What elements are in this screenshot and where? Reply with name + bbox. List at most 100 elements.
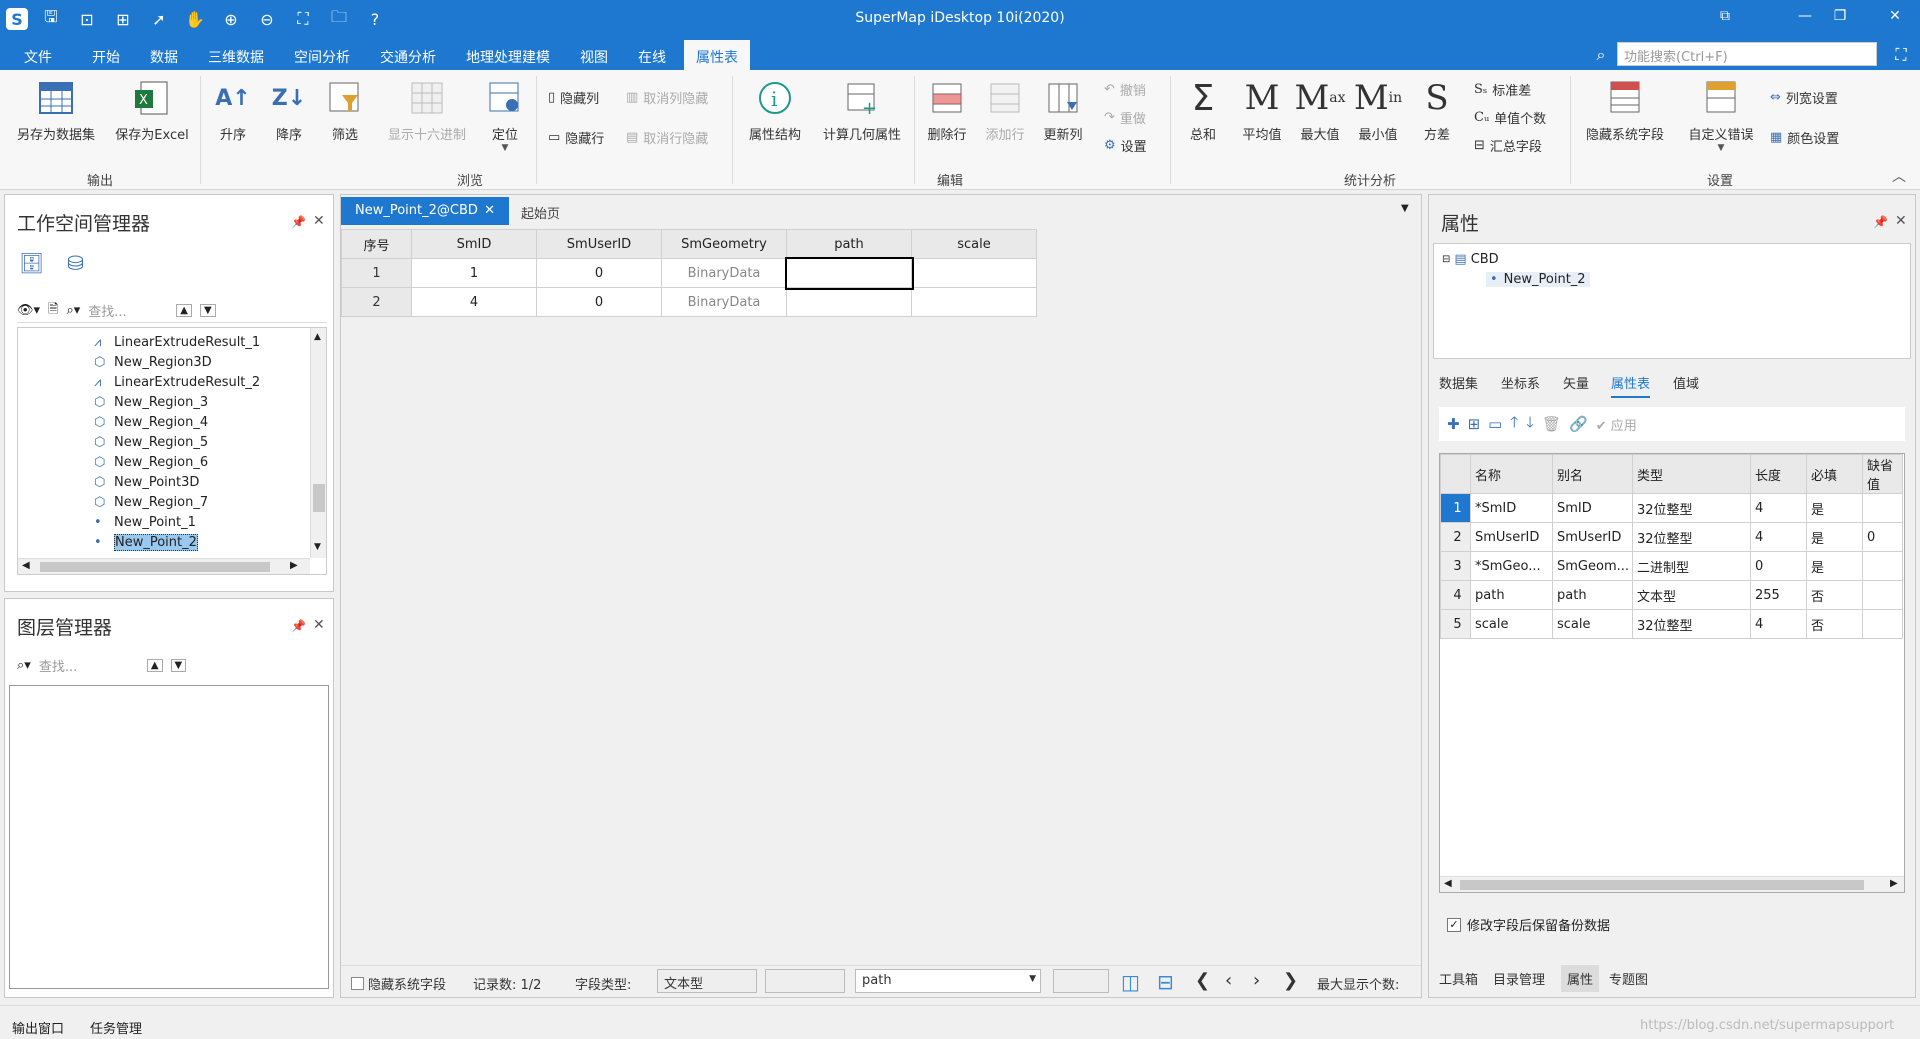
menu-data[interactable]: 数据: [150, 47, 178, 67]
menu-spatial-analysis[interactable]: 空间分析: [294, 47, 350, 67]
field-column-header[interactable]: 缺省值: [1862, 454, 1903, 494]
average-button[interactable]: M 平均值: [1236, 76, 1288, 143]
tab-output-window[interactable]: 输出窗口: [12, 1018, 64, 1037]
field-cell[interactable]: 二进制型: [1632, 551, 1751, 581]
keep-backup-checkbox[interactable]: ✓ 修改字段后保留备份数据: [1447, 915, 1610, 934]
field-cell[interactable]: SmUserID: [1552, 522, 1633, 552]
row-number[interactable]: 5: [1440, 609, 1471, 639]
tab-start-page[interactable]: 起始页: [521, 203, 560, 222]
field-cell[interactable]: 32位整型: [1632, 493, 1751, 523]
table-cell[interactable]: [911, 287, 1037, 317]
filter-button[interactable]: 筛选: [322, 76, 368, 143]
summary-field-button[interactable]: ⊟ 汇总字段: [1474, 136, 1542, 155]
attribute-structure-button[interactable]: i 属性结构: [740, 76, 810, 143]
close-icon[interactable]: ✕: [1895, 213, 1907, 229]
tab-properties[interactable]: 属性: [1561, 965, 1600, 992]
update-column-button[interactable]: 更新列: [1038, 76, 1088, 143]
column-header[interactable]: 序号: [341, 229, 412, 259]
unhide-column-button[interactable]: ▥ 取消列隐藏: [626, 88, 708, 107]
layer-search-input[interactable]: 查找...: [39, 656, 139, 675]
tree-item[interactable]: ⬡ New_Region_3: [94, 392, 208, 412]
column-header[interactable]: SmUserID: [536, 229, 662, 259]
tree-item[interactable]: ⬡ New_Region_6: [94, 452, 208, 472]
field-cell[interactable]: SmUserID: [1470, 522, 1553, 552]
table-cell[interactable]: BinaryData: [661, 287, 787, 317]
close-icon[interactable]: ✕: [313, 213, 325, 229]
field-row[interactable]: 3 *SmGeo... SmGeom... 二进制型 0 是: [1440, 551, 1903, 581]
previous-page-icon[interactable]: ‹: [1225, 970, 1232, 991]
search-icon[interactable]: ⌕▾: [66, 303, 80, 318]
tab-task-manager[interactable]: 任务管理: [90, 1018, 142, 1037]
field-cell[interactable]: 否: [1806, 609, 1863, 639]
menu-online[interactable]: 在线: [638, 47, 666, 67]
field-row[interactable]: 4 path path 文本型 255 否: [1440, 580, 1903, 610]
field-row[interactable]: 2 SmUserID SmUserID 32位整型 4 是 0: [1440, 522, 1903, 552]
table-cell[interactable]: [786, 287, 912, 317]
locate-button[interactable]: 定位 ▼: [482, 76, 528, 153]
custom-error-button[interactable]: 自定义错误 ▼: [1682, 76, 1760, 153]
unhide-row-button[interactable]: ▤ 取消行隐藏: [626, 128, 708, 147]
tree-node-cbd[interactable]: ⊟ ▤ CBD: [1442, 252, 1499, 267]
field-cell[interactable]: 255: [1750, 580, 1807, 610]
field-cell[interactable]: 0: [1750, 551, 1807, 581]
field-column-header[interactable]: 别名: [1552, 454, 1633, 494]
menu-attribute-table[interactable]: 属性表: [684, 40, 750, 70]
tab-catalog[interactable]: 目录管理: [1493, 969, 1545, 988]
row-number[interactable]: 1: [341, 258, 412, 288]
close-button[interactable]: ✕: [1880, 8, 1910, 30]
row-number[interactable]: 3: [1440, 551, 1471, 581]
tree-vertical-scrollbar[interactable]: ▲ ▼: [310, 328, 326, 558]
workspace-icon[interactable]: 🗄: [19, 251, 44, 275]
search-icon[interactable]: ⌕▾: [17, 658, 31, 673]
close-icon[interactable]: ✕: [484, 203, 495, 219]
workspace-search-input[interactable]: 查找...: [88, 301, 168, 320]
field-row[interactable]: 1 *SmID SmID 32位整型 4 是: [1440, 493, 1903, 523]
tab-value-domain[interactable]: 值域: [1673, 373, 1699, 392]
settings-button[interactable]: ⚙ 设置: [1104, 136, 1147, 155]
view-options-icon[interactable]: 👁▾: [17, 303, 40, 318]
datasource-icon[interactable]: ⛁: [67, 251, 84, 275]
tab-coordinate-system[interactable]: 坐标系: [1501, 373, 1540, 392]
field-cell[interactable]: 32位整型: [1632, 609, 1751, 639]
menu-geoprocessing[interactable]: 地理处理建模: [466, 47, 550, 67]
color-settings-button[interactable]: ▦ 颜色设置: [1770, 128, 1839, 147]
tree-item[interactable]: ⬡ New_Point3D: [94, 472, 199, 492]
unique-count-button[interactable]: Cᵤ 单值个数: [1474, 108, 1546, 127]
tree-item[interactable]: ⩘ LinearExtrudeResult_2: [94, 372, 260, 392]
tab-list-chevron-down-icon[interactable]: ▼: [1401, 203, 1409, 214]
table-cell[interactable]: BinaryData: [661, 258, 787, 288]
row-number[interactable]: 2: [341, 287, 412, 317]
tab-toolbox[interactable]: 工具箱: [1439, 969, 1478, 988]
table-cell[interactable]: 4: [411, 287, 537, 317]
field-cell[interactable]: [1862, 609, 1903, 639]
function-search-input[interactable]: 功能搜索(Ctrl+F): [1617, 42, 1877, 66]
menu-view[interactable]: 视图: [580, 47, 608, 67]
field-cell[interactable]: path: [1552, 580, 1633, 610]
row-number[interactable]: 4: [1440, 580, 1471, 610]
row-number[interactable]: 1: [1440, 493, 1471, 523]
arrow-down-icon[interactable]: ▼: [200, 304, 216, 317]
tree-item[interactable]: ⬡ New_Region3D: [94, 352, 212, 372]
document-icon[interactable]: 🗎: [48, 300, 58, 322]
tree-item[interactable]: ⬡ New_Region_7: [94, 492, 208, 512]
field-row[interactable]: 5 scale scale 32位整型 4 否: [1440, 609, 1903, 639]
pin-icon[interactable]: 📌: [291, 215, 306, 229]
field-cell[interactable]: SmID: [1552, 493, 1633, 523]
field-column-header[interactable]: 必填: [1806, 454, 1863, 494]
field-cell[interactable]: *SmID: [1470, 493, 1553, 523]
tab-attribute-table[interactable]: 属性表: [1611, 373, 1651, 398]
link-icon[interactable]: 🔗: [1569, 415, 1588, 433]
field-cell[interactable]: [1862, 493, 1903, 523]
sort-descending-button[interactable]: Z↓ 降序: [266, 76, 312, 144]
field-cell[interactable]: [1862, 551, 1903, 581]
tree-item[interactable]: • New_Point_2: [94, 532, 198, 552]
calc-geometry-button[interactable]: + 计算几何属性: [816, 76, 908, 143]
field-name-select[interactable]: path ▼: [855, 969, 1041, 993]
rename-field-icon[interactable]: ▭: [1488, 415, 1502, 433]
arrow-up-icon[interactable]: ▲: [176, 304, 192, 317]
pin-icon[interactable]: 📌: [291, 619, 306, 633]
tab-vector[interactable]: 矢量: [1563, 373, 1589, 392]
delete-row-button[interactable]: 删除行: [922, 76, 972, 143]
table-row[interactable]: 1 1 0 BinaryData: [341, 256, 1037, 290]
tab-thematic-map[interactable]: 专题图: [1609, 969, 1648, 988]
